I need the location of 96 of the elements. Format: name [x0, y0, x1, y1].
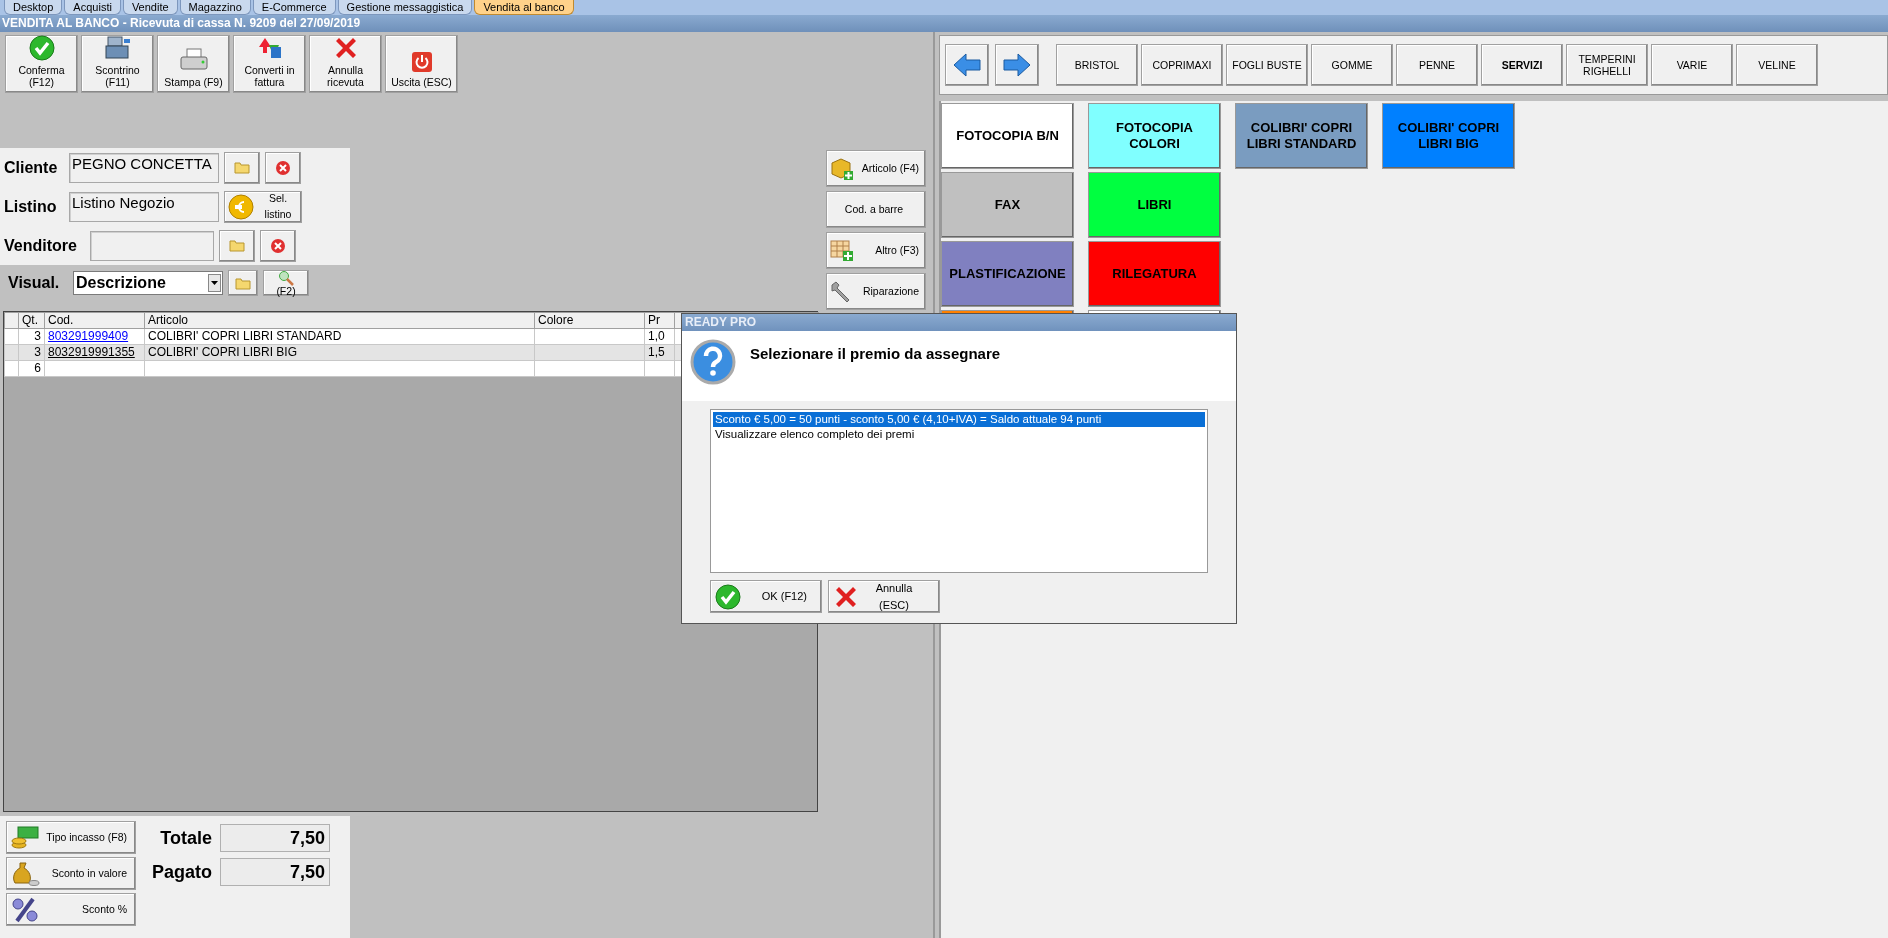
field-label: Visual. [8, 273, 61, 293]
folder-icon [235, 276, 251, 290]
table-cell: COLIBRI' COPRI LIBRI STANDARD [144, 328, 535, 345]
text-field[interactable]: PEGNO CONCETTA [69, 152, 219, 183]
money-icon [10, 824, 40, 851]
percent-icon [10, 896, 40, 923]
category-tab[interactable]: VELINE [1736, 44, 1818, 86]
text-field[interactable]: Listino Negozio [69, 191, 219, 222]
dialog-button[interactable]: Annulla (ESC) [828, 580, 940, 613]
product-tile[interactable]: PLASTIFICAZIONE [941, 241, 1074, 307]
table-add-icon [829, 238, 855, 263]
folder-button[interactable] [228, 270, 258, 296]
product-tile[interactable]: FOTOCOPIA B/N [941, 103, 1074, 169]
side-button[interactable]: Altro (F3) [826, 232, 926, 269]
category-tab[interactable]: SERVIZI [1481, 44, 1563, 86]
toolbar-button[interactable]: Conferma (F12) [5, 35, 78, 93]
column-header: Colore [534, 312, 645, 329]
product-tile[interactable]: COLIBRI' COPRI LIBRI STANDARD [1235, 103, 1368, 169]
dropdown-caret-icon [208, 274, 221, 292]
delete-icon [269, 237, 286, 254]
right-arrow-icon [1002, 52, 1032, 78]
clear-button[interactable] [259, 229, 296, 262]
tab[interactable]: Vendite [122, 0, 178, 15]
view-dropdown[interactable]: Descrizione [73, 271, 223, 295]
category-tab[interactable]: TEMPERINI RIGHELLI [1566, 44, 1648, 86]
item-code-link[interactable]: 803291999409 [48, 329, 129, 343]
tab[interactable]: Vendita al banco [474, 0, 574, 15]
power-icon [410, 51, 433, 73]
column-header: Pr [644, 312, 675, 329]
payment-button[interactable]: Tipo incasso (F8) [6, 821, 136, 854]
row-header-cell [4, 328, 19, 345]
field-label: Venditore [4, 235, 77, 256]
tab[interactable]: Gestione messaggistica [337, 0, 473, 15]
toolbar-button[interactable]: Converti in fattura [233, 35, 306, 93]
column-header: Articolo [144, 312, 535, 329]
total-label: Pagato [151, 861, 212, 883]
dialog-message: Selezionare il premio da assegnare [750, 344, 1001, 364]
tab[interactable]: Magazzino [179, 0, 251, 15]
table-cell: 3 [18, 328, 45, 345]
category-tab[interactable]: COPRIMAXI [1141, 44, 1223, 86]
list-option[interactable]: Visualizzare elenco completo dei premi [713, 427, 1205, 442]
dialog-button[interactable]: OK (F12) [710, 580, 822, 613]
toolbar-button[interactable]: Stampa (F9) [157, 35, 230, 93]
total-field: 7,50 [220, 824, 330, 852]
previous-button[interactable] [945, 44, 989, 86]
table-cell: 6 [18, 360, 45, 377]
product-tile[interactable]: RILEGATURA [1088, 241, 1221, 307]
side-button[interactable]: Riparazione [826, 273, 926, 310]
payment-button[interactable]: Sconto in valore [6, 857, 136, 890]
select-list-button[interactable]: Sel. listino [224, 190, 302, 223]
check-icon [28, 35, 55, 61]
delete-icon [275, 159, 291, 176]
category-tab[interactable]: BRISTOL [1056, 44, 1138, 86]
column-header: Qt. [18, 312, 45, 329]
field-label: Listino [4, 196, 58, 217]
folder-button[interactable] [224, 151, 260, 184]
tab[interactable]: Desktop [4, 0, 63, 15]
folder-icon [228, 239, 245, 252]
category-tab[interactable]: PENNE [1396, 44, 1478, 86]
folder-button[interactable] [218, 229, 255, 262]
check-icon [715, 583, 741, 610]
side-button[interactable]: Articolo (F4) [826, 150, 926, 187]
product-tile[interactable]: COLIBRI' COPRI LIBRI BIG [1382, 103, 1515, 169]
toolbar-button[interactable]: Scontrino (F11) [81, 35, 154, 93]
window-title: VENDITA AL BANCO - Ricevuta di cassa N. 9209 del 27/09/2019 [0, 15, 1888, 32]
list-option[interactable]: Sconto € 5,00 = 50 punti - sconto 5,00 € (4,10+IVA) = Saldo attuale 94 punti [713, 412, 1205, 427]
product-tile[interactable]: FOTOCOPIA COLORI [1088, 103, 1221, 169]
field-label: Cliente [4, 157, 59, 178]
category-tab[interactable]: GOMME [1311, 44, 1393, 86]
text-field[interactable] [89, 230, 214, 261]
total-label: Totale [159, 827, 212, 849]
search-button[interactable]: (F2) [263, 270, 309, 296]
tab[interactable]: E-Commerce [252, 0, 336, 15]
clear-button[interactable] [265, 151, 301, 184]
product-tile[interactable]: LIBRI [1088, 172, 1221, 238]
payment-button[interactable]: Sconto % [6, 893, 136, 926]
category-tab[interactable]: FOGLI BUSTE [1226, 44, 1308, 86]
column-header: Cod. [44, 312, 145, 329]
printer-icon [178, 47, 209, 73]
row-header-cell [4, 360, 19, 377]
toolbar-button[interactable]: Uscita (ESC) [385, 35, 458, 93]
total-field: 7,50 [220, 858, 330, 886]
item-code-link[interactable]: 8032919991355 [48, 345, 135, 359]
folder-icon [234, 161, 250, 174]
toolbar-button[interactable]: Annulla ricevuta [309, 35, 382, 93]
side-button[interactable]: Cod. a barre [826, 191, 926, 228]
product-tile[interactable]: FAX [941, 172, 1074, 238]
money-bag-icon [10, 859, 40, 888]
dialog-title: READY PRO [682, 314, 1236, 331]
tab[interactable]: Acquisti [64, 0, 121, 15]
table-cell: 1,0 [644, 328, 675, 345]
left-arrow-icon [952, 52, 982, 78]
magnifier-icon [277, 270, 295, 286]
category-tab[interactable]: VARIE [1651, 44, 1733, 86]
next-button[interactable] [995, 44, 1039, 86]
cash-register-icon [103, 35, 132, 61]
